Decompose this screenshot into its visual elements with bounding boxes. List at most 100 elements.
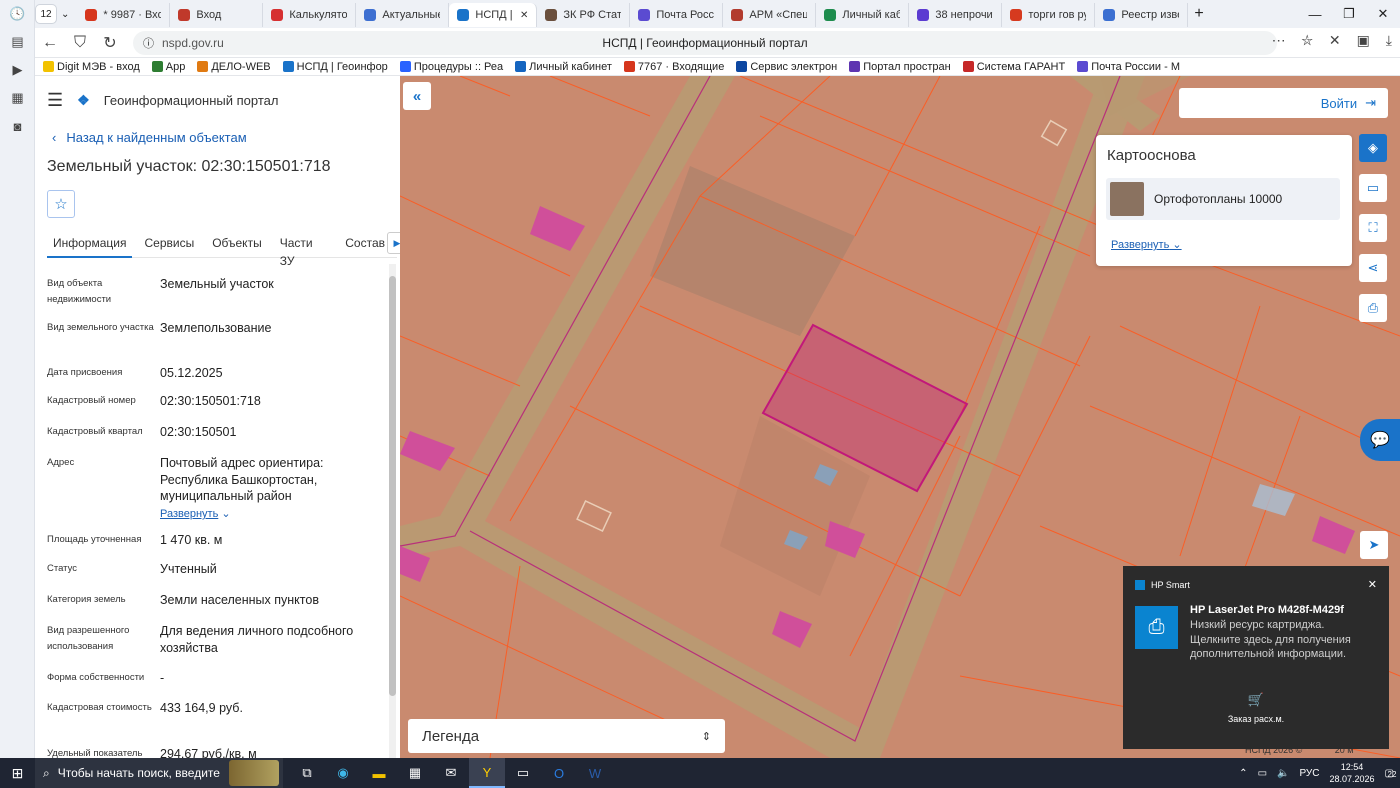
layers-button[interactable]: ◈: [1359, 134, 1387, 162]
reload-icon[interactable]: ↻: [95, 33, 125, 53]
favorite-star-button[interactable]: ☆: [47, 190, 75, 218]
bookmark-favicon-icon: [962, 61, 974, 72]
browser-tab[interactable]: Реестр извещ: [1095, 3, 1189, 27]
basemap-expand-link[interactable]: Развернуть ⌄: [1111, 238, 1182, 251]
property-value: 1 470 кв. м: [160, 533, 223, 547]
tab-close-icon[interactable]: ✕: [520, 10, 528, 21]
bookmark-item[interactable]: Портал простран: [849, 61, 951, 73]
media-icon[interactable]: ▶: [0, 56, 35, 84]
geolocation-button[interactable]: ➤: [1360, 531, 1388, 559]
hp-smart-notification[interactable]: HP Smart ✕ ⎙ HP LaserJet Pro M428f-M429f…: [1123, 566, 1389, 749]
panel-tab[interactable]: Информация: [47, 234, 133, 258]
collapse-panel-button[interactable]: «: [403, 82, 431, 110]
bookmark-item[interactable]: Digit МЭВ - вход: [43, 61, 140, 73]
panel-tab[interactable]: Сервисы: [138, 234, 200, 258]
browser-tab[interactable]: Калькулятор: [263, 3, 357, 27]
tab-count-badge[interactable]: 12: [35, 4, 57, 24]
property-key: Площадь уточненная: [47, 534, 142, 545]
browser-tab[interactable]: Актуальные з: [356, 3, 450, 27]
panel-tab[interactable]: Объекты: [206, 234, 268, 258]
navigation-arrow-icon: ➤: [1368, 537, 1380, 552]
bookmark-item[interactable]: Сервис электрон: [736, 61, 837, 73]
browser-tab[interactable]: * 9987 · Входя: [77, 3, 171, 27]
bookmark-favicon-icon: [849, 61, 861, 72]
bookmark-item[interactable]: НСПД | Геоинфор: [282, 61, 388, 73]
favicon-icon: [731, 9, 744, 21]
address-expand-link[interactable]: Развернуть ⌄: [160, 505, 375, 523]
bookmark-favicon-icon: [197, 61, 209, 72]
order-supplies-button[interactable]: 🛒 Заказ расх.м.: [1123, 692, 1389, 724]
store-icon[interactable]: ▦: [397, 758, 433, 788]
browser-tab[interactable]: 38 непрочита: [909, 3, 1003, 27]
taskbar-search[interactable]: ⌕ Чтобы начать поиск, введите: [35, 758, 283, 788]
extensions-icon[interactable]: ✕: [1329, 32, 1341, 49]
network-icon[interactable]: ▭: [1258, 768, 1267, 779]
edge-icon[interactable]: ◉: [325, 758, 361, 788]
tray-chevron-up-icon[interactable]: ⌃: [1239, 768, 1247, 779]
scanner-icon[interactable]: ▭: [505, 758, 541, 788]
url-field[interactable]: ⓘ nspd.gov.ru НСПД | Геоинформационный п…: [133, 31, 1277, 55]
profile-icon[interactable]: ▣: [1357, 32, 1370, 49]
panel-tab[interactable]: Части ЗУ: [274, 234, 334, 268]
downloads-icon[interactable]: ⤓: [1386, 32, 1392, 49]
bookmark-item[interactable]: 7767 · Входящие: [623, 61, 724, 73]
yandex-browser-icon[interactable]: Y: [469, 758, 505, 788]
bookmark-item[interactable]: App: [151, 61, 185, 73]
browser-tab[interactable]: АРМ «Специа: [723, 3, 817, 27]
scrollbar-thumb[interactable]: [389, 276, 396, 696]
support-chat-button[interactable]: 💬: [1360, 419, 1400, 461]
panel-scrollbar[interactable]: [389, 264, 396, 758]
file-explorer-icon[interactable]: ▬: [361, 758, 397, 788]
property-key: Адрес: [47, 457, 75, 468]
favicon-icon: [1103, 9, 1116, 21]
menu-icon[interactable]: ☰: [47, 90, 63, 111]
browser-tab[interactable]: ЗК РФ Статья: [537, 3, 631, 27]
browser-tab[interactable]: Личный каби: [816, 3, 910, 27]
print-button[interactable]: ⎙: [1359, 294, 1387, 322]
task-view-icon[interactable]: ⧉: [289, 758, 325, 788]
area-select-button[interactable]: ⛶: [1359, 214, 1387, 242]
mail-icon[interactable]: ✉: [433, 758, 469, 788]
more-icon[interactable]: ⋯: [1272, 32, 1286, 49]
shield-icon[interactable]: ⛉: [65, 34, 95, 52]
bookmark-item[interactable]: Почта России - М: [1077, 61, 1180, 73]
measure-button[interactable]: ▭: [1359, 174, 1387, 202]
share-button[interactable]: ⋖: [1359, 254, 1387, 282]
history-icon[interactable]: 🕓: [0, 0, 35, 28]
new-tab-icon[interactable]: +: [1194, 5, 1203, 23]
maximize-icon[interactable]: ❐: [1332, 0, 1366, 28]
tab-count-icon[interactable]: ▦: [0, 84, 35, 112]
notification-center-icon[interactable]: ▢ 22: [1385, 768, 1397, 779]
legend-dropdown[interactable]: Легенда ⇕: [408, 719, 725, 753]
clock[interactable]: 12:54 28.07.2026: [1330, 761, 1375, 785]
bookmark-icon[interactable]: ⛦: [1302, 32, 1313, 49]
bookmark-item[interactable]: Личный кабинет: [515, 61, 612, 73]
login-button[interactable]: Войти ⇥: [1179, 88, 1388, 118]
bookmark-item[interactable]: Процедуры :: Реа: [399, 61, 503, 73]
screenshot-icon[interactable]: ◙: [0, 112, 35, 140]
back-to-results-link[interactable]: ‹ Назад к найденным объектам: [52, 130, 247, 145]
language-indicator[interactable]: РУС: [1299, 768, 1319, 779]
windows-start-icon[interactable]: ⊞: [0, 765, 35, 782]
chat-icon: 💬: [1370, 432, 1390, 449]
browser-tab[interactable]: Почта России: [630, 3, 724, 27]
bookmark-item[interactable]: ДЕЛО-WEB: [197, 61, 271, 73]
volume-icon[interactable]: 🔈: [1277, 768, 1289, 779]
word-icon[interactable]: W: [577, 758, 613, 788]
minimize-icon[interactable]: —: [1298, 0, 1332, 28]
browser-tab[interactable]: НСПД | Гео ✕: [449, 3, 538, 27]
close-icon[interactable]: ✕: [1366, 0, 1400, 28]
browser-tab[interactable]: Вход: [170, 3, 264, 27]
bookmark-item[interactable]: Система ГАРАНТ: [962, 61, 1065, 73]
property-key: Дата присвоения: [47, 367, 123, 378]
browser-tab[interactable]: торги гов ру: [1002, 3, 1096, 27]
outlook-icon[interactable]: O: [541, 758, 577, 788]
collections-icon[interactable]: ▤: [0, 28, 35, 56]
tabs-scroll-right-button[interactable]: ▶: [387, 232, 400, 254]
notification-close-icon[interactable]: ✕: [1368, 578, 1377, 591]
back-arrow-icon[interactable]: ←: [35, 34, 65, 52]
basemap-option[interactable]: Ортофотопланы 10000: [1106, 178, 1340, 220]
panel-tab[interactable]: Состав: [339, 234, 391, 258]
tab-list-chevron-icon[interactable]: ⌄: [61, 9, 69, 20]
hp-smart-icon: [1135, 580, 1145, 590]
